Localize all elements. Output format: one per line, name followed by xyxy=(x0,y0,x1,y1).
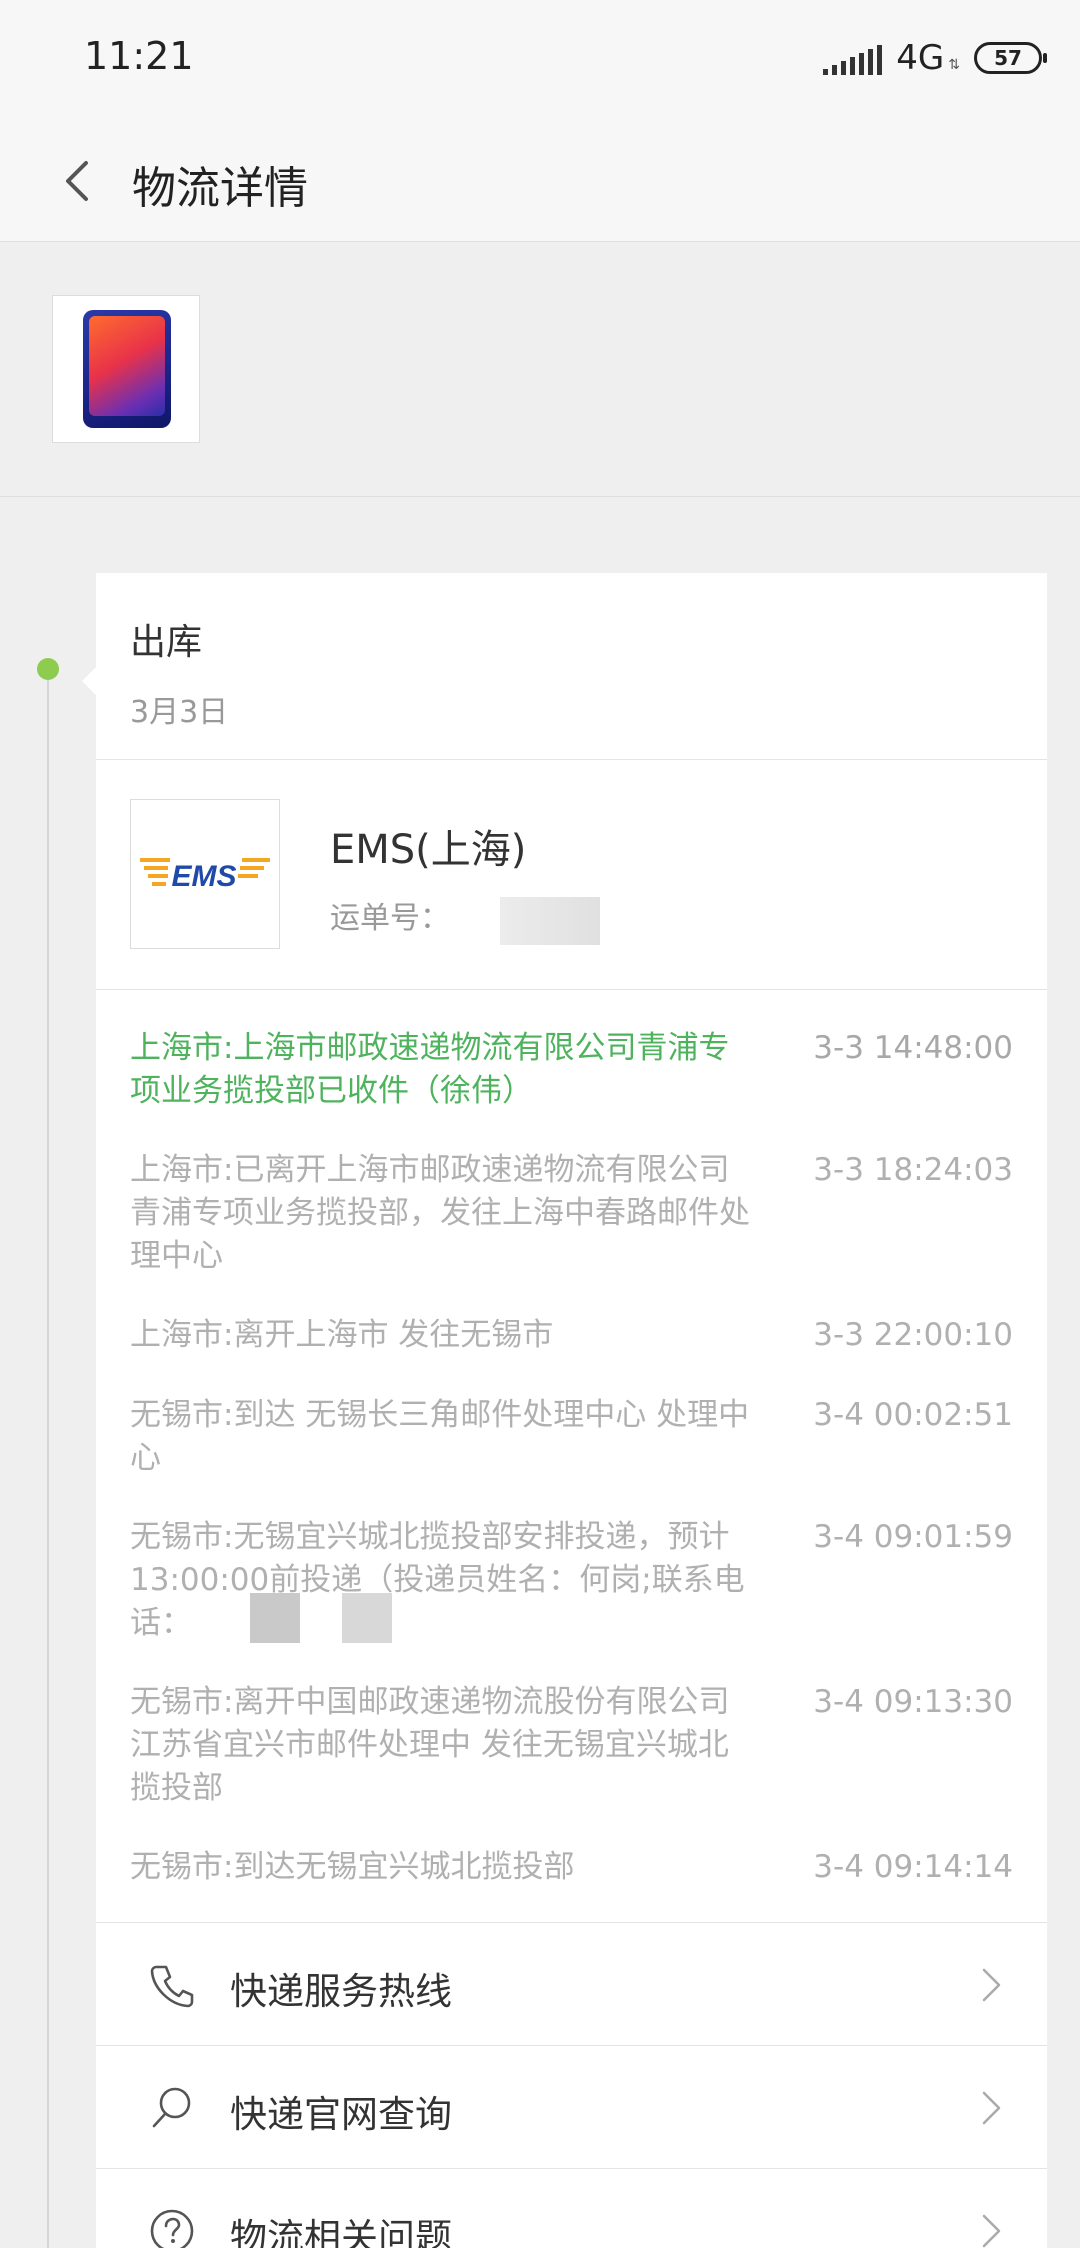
chevron-right-icon xyxy=(981,2090,1003,2126)
battery-icon: 57 xyxy=(974,42,1047,74)
divider xyxy=(96,989,1047,990)
phone-number-redacted xyxy=(250,1593,300,1643)
menu-label: 快递官网查询 xyxy=(230,2093,452,2136)
help-icon xyxy=(148,2207,196,2248)
timeline-dot xyxy=(37,658,59,680)
search-icon xyxy=(148,2084,196,2132)
event-time: 3-3 14:48:00 xyxy=(813,1030,1013,1066)
event-text: 无锡市:无锡宜兴城北揽投部安排投递，预计13:00:00前投递（投递员姓名：何岗… xyxy=(130,1519,745,1641)
status-bar: 11:21 4G ⇅ 57 xyxy=(0,0,1080,120)
signal-icon xyxy=(823,41,883,75)
event-time: 3-4 00:02:51 xyxy=(813,1397,1013,1433)
event-text: 无锡市:离开中国邮政速递物流股份有限公司江苏省宜兴市邮件处理中 发往无锡宜兴城北… xyxy=(130,1684,730,1806)
event-time: 3-4 09:14:14 xyxy=(813,1849,1013,1885)
carrier-name: EMS(上海) xyxy=(330,827,527,873)
divider xyxy=(96,759,1047,760)
phone-image xyxy=(83,310,171,428)
battery-level: 57 xyxy=(994,46,1022,70)
product-thumbnail[interactable] xyxy=(52,295,200,443)
event-text: 无锡市:到达无锡宜兴城北揽投部 xyxy=(130,1849,575,1885)
event-time: 3-4 09:13:30 xyxy=(813,1684,1013,1720)
network-type: 4G xyxy=(896,38,945,78)
page-title: 物流详情 xyxy=(132,163,308,214)
event-text: 上海市:已离开上海市邮政速递物流有限公司青浦专项业务揽投部，发往上海中春路邮件处… xyxy=(130,1152,750,1274)
data-activity-icon: ⇅ xyxy=(948,57,960,73)
event-time: 3-4 09:01:59 xyxy=(813,1519,1013,1555)
event-text: 上海市:上海市邮政速递物流有限公司青浦专项业务揽投部已收件（徐伟） xyxy=(130,1030,730,1109)
waybill-number-redacted xyxy=(500,897,600,945)
chevron-right-icon xyxy=(981,1967,1003,2003)
menu-item-faq[interactable]: 物流相关问题 xyxy=(96,2169,1047,2248)
svg-text:EMS: EMS xyxy=(171,860,236,893)
phone-icon xyxy=(148,1961,196,2009)
stage-title: 出库 xyxy=(130,622,203,663)
ems-logo: EMS xyxy=(130,799,280,949)
status-time: 11:21 xyxy=(84,34,194,78)
product-area xyxy=(0,243,1080,497)
back-icon[interactable] xyxy=(52,153,108,209)
event-time: 3-3 18:24:03 xyxy=(813,1152,1013,1188)
menu-item-hotline[interactable]: 快递服务热线 xyxy=(96,1923,1047,2045)
menu-label: 快递服务热线 xyxy=(230,1970,452,2013)
chevron-right-icon xyxy=(981,2213,1003,2248)
menu-item-official-site[interactable]: 快递官网查询 xyxy=(96,2046,1047,2168)
phone-number-redacted xyxy=(342,1593,392,1643)
waybill-label: 运单号： xyxy=(330,901,450,936)
stage-date: 3月3日 xyxy=(130,695,229,730)
event-text: 无锡市:到达 无锡长三角邮件处理中心 处理中心 xyxy=(130,1397,750,1476)
menu-label: 物流相关问题 xyxy=(230,2216,452,2248)
status-indicators: 4G ⇅ 57 xyxy=(823,36,1047,80)
event-text: 上海市:离开上海市 发往无锡市 xyxy=(130,1317,554,1353)
nav-bar: 物流详情 xyxy=(0,120,1080,242)
timeline-line xyxy=(47,676,49,2248)
logistics-card: 出库 3月3日 EMS EMS(上海) 运单号： 上海市:上海市邮政速递物流有限… xyxy=(82,573,1047,2248)
event-time: 3-3 22:00:10 xyxy=(813,1317,1013,1353)
